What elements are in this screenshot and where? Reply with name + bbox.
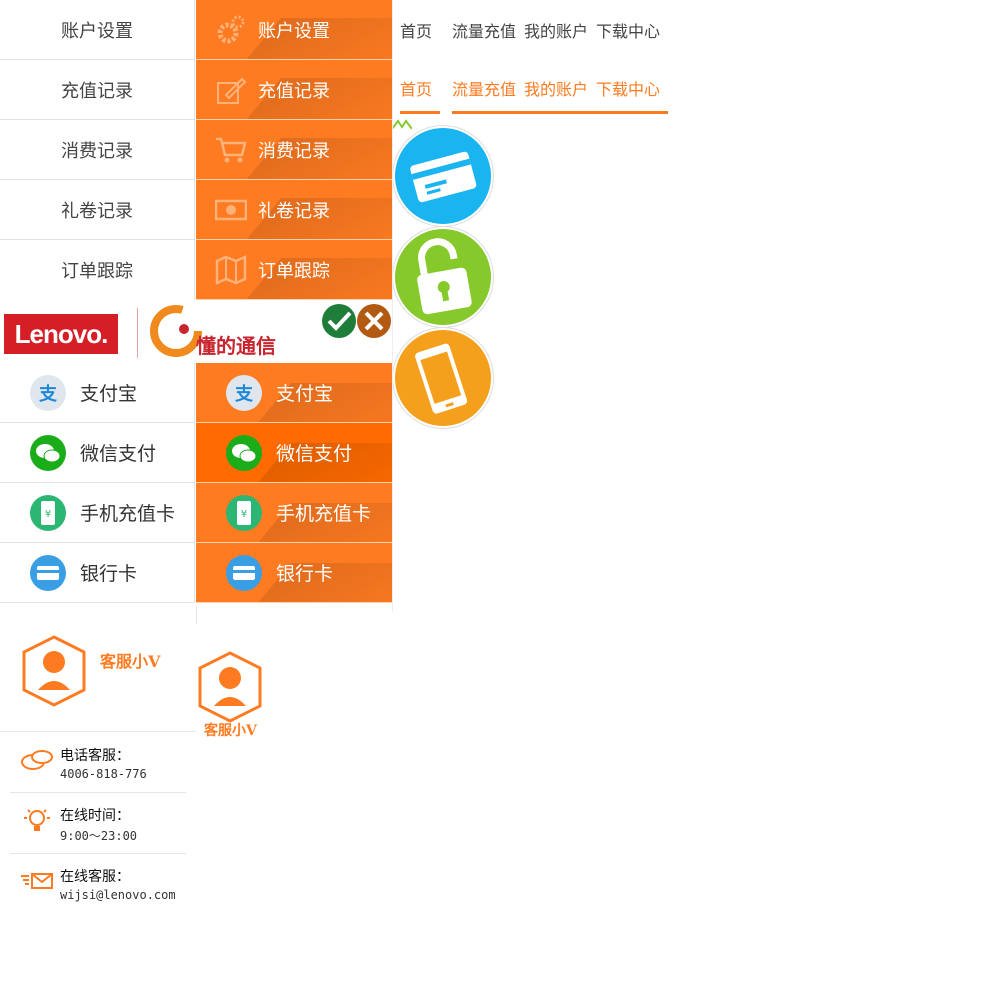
wechat-icon xyxy=(226,434,262,471)
menu-item-order-tracking[interactable]: 订单跟踪 xyxy=(0,240,195,300)
nav-my-account[interactable]: 我的账户 xyxy=(524,18,588,42)
top-nav-highlighted: 首页 流量充值 我的账户 下载中心 xyxy=(400,76,690,114)
phone-circle-icon[interactable] xyxy=(393,328,493,428)
bank-card-icon xyxy=(30,554,66,591)
divider-line xyxy=(392,0,393,612)
nav-data-recharge-active[interactable]: 流量充值 xyxy=(452,76,525,114)
payment-phone-card-active[interactable]: ¥ 手机充值卡 xyxy=(196,483,392,543)
alipay-icon: 支 xyxy=(226,374,262,411)
phone-card-icon: ¥ xyxy=(30,494,66,531)
nav-my-account-active[interactable]: 我的账户 xyxy=(524,76,597,114)
account-menu-highlighted: 账户设置 充值记录 消费记录 礼卷记录 订单跟踪 xyxy=(196,0,392,300)
close-icon[interactable] xyxy=(357,304,391,338)
nav-download-center[interactable]: 下载中心 xyxy=(596,18,660,42)
unlock-circle-icon[interactable] xyxy=(393,227,493,327)
top-nav-plain: 首页 流量充值 我的账户 下载中心 xyxy=(400,18,690,42)
phone-card-icon: ¥ xyxy=(226,494,262,531)
service-hours-row: 在线时间： 9:00～23:00 xyxy=(10,792,186,853)
coupon-icon xyxy=(214,193,248,227)
gear-icon xyxy=(214,13,248,47)
alipay-icon: 支 xyxy=(30,374,66,411)
divider-line xyxy=(196,606,197,624)
nav-home[interactable]: 首页 xyxy=(400,18,432,42)
payment-bank-card[interactable]: 银行卡 xyxy=(0,543,195,603)
cart-icon xyxy=(214,133,248,167)
menu-item-recharge-records[interactable]: 充值记录 xyxy=(0,60,195,120)
service-name: 客服小V xyxy=(100,652,161,671)
map-icon xyxy=(214,253,248,287)
menu-item-consumption-records-active[interactable]: 消费记录 xyxy=(196,120,392,180)
nav-indicator-icon xyxy=(391,114,413,130)
menu-item-order-tracking-active[interactable]: 订单跟踪 xyxy=(196,240,392,300)
logo-divider xyxy=(137,308,138,358)
menu-item-account-settings[interactable]: 账户设置 xyxy=(0,0,195,60)
nav-home-active[interactable]: 首页 xyxy=(400,76,441,114)
nav-download-center-active[interactable]: 下载中心 xyxy=(596,76,669,114)
menu-item-consumption-records[interactable]: 消费记录 xyxy=(0,120,195,180)
menu-item-coupon-records[interactable]: 礼卷记录 xyxy=(0,180,195,240)
bank-card-icon xyxy=(226,554,262,591)
service-mail-row: 在线客服： wijsi@lenovo.com xyxy=(10,853,186,914)
svg-text:¥: ¥ xyxy=(241,509,247,520)
check-icon[interactable] xyxy=(322,304,356,338)
account-menu-plain: 账户设置 充值记录 消费记录 礼卷记录 订单跟踪 xyxy=(0,0,195,300)
payment-wechat-active[interactable]: 微信支付 xyxy=(196,423,392,483)
menu-item-coupon-records-active[interactable]: 礼卷记录 xyxy=(196,180,392,240)
payment-bank-card-active[interactable]: 银行卡 xyxy=(196,543,392,603)
chat-bubble-icon xyxy=(20,747,54,775)
service-name-small: 客服小V xyxy=(204,723,257,739)
payment-list-plain: 支 支付宝 微信支付 ¥ 手机充值卡 银行卡 xyxy=(0,363,195,603)
service-avatar-icon[interactable] xyxy=(20,634,88,708)
wechat-icon xyxy=(30,434,66,471)
lenovo-logo: Lenovo. xyxy=(4,314,118,354)
divider-line xyxy=(0,731,196,732)
payment-list-highlighted: 支 支付宝 微信支付 ¥ 手机充值卡 银行卡 xyxy=(196,363,392,603)
lightbulb-icon xyxy=(20,807,54,835)
payment-phone-card[interactable]: ¥ 手机充值卡 xyxy=(0,483,195,543)
service-phone-row: 电话客服： 4006-818-776 xyxy=(10,733,186,793)
payment-wechat[interactable]: 微信支付 xyxy=(0,423,195,483)
payment-alipay-active[interactable]: 支 支付宝 xyxy=(196,363,392,423)
pencil-icon xyxy=(214,73,248,107)
payment-alipay[interactable]: 支 支付宝 xyxy=(0,363,195,423)
menu-item-recharge-records-active[interactable]: 充值记录 xyxy=(196,60,392,120)
service-avatar-small-icon[interactable] xyxy=(196,650,264,724)
card-circle-icon[interactable] xyxy=(393,126,493,226)
menu-item-account-settings-active[interactable]: 账户设置 xyxy=(196,0,392,60)
svg-text:¥: ¥ xyxy=(45,509,51,520)
tong-logo-text: 懂的通信 xyxy=(196,334,276,358)
mail-icon xyxy=(20,868,54,896)
nav-data-recharge[interactable]: 流量充值 xyxy=(452,18,516,42)
